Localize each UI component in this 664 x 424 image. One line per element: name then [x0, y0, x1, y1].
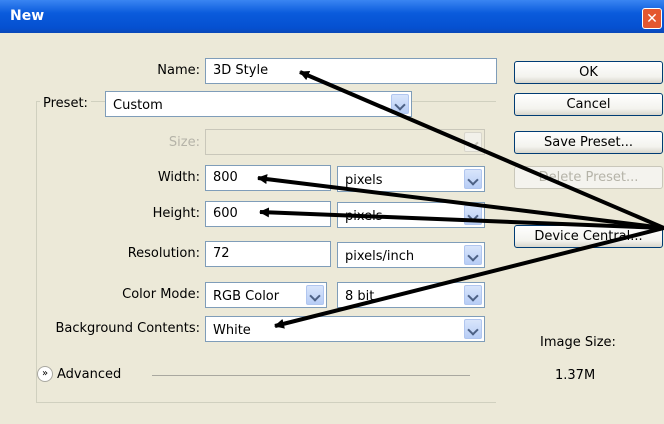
annotation-arrows — [257, 70, 664, 329]
new-document-dialog: New ✕ Name: 3D Style Preset: Custom Size… — [0, 0, 664, 424]
arrow-to-background — [274, 226, 664, 329]
